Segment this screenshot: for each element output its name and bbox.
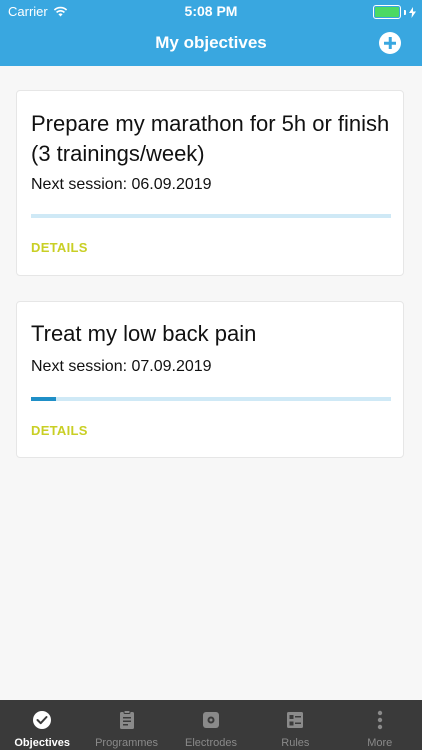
objective-card: Treat my low back pain Next session: 07.… <box>16 301 404 458</box>
tab-label: Programmes <box>95 737 159 749</box>
charging-icon <box>409 6 416 18</box>
tab-electrodes[interactable]: Electrodes <box>169 700 253 750</box>
tab-bar: Objectives Programmes Electrodes Rules M… <box>0 700 422 750</box>
tab-label: Rules <box>281 737 310 749</box>
tab-label: More <box>367 737 393 749</box>
battery-cap <box>404 9 406 15</box>
tab-programmes[interactable]: Programmes <box>84 700 168 750</box>
tab-label: Objectives <box>14 737 71 749</box>
electrode-icon <box>202 712 219 728</box>
tab-rules[interactable]: Rules <box>253 700 337 750</box>
next-session-text: Next session: 06.09.2019 <box>31 176 212 193</box>
objective-card: Prepare my marathon for 5h or finish (3 … <box>16 90 404 276</box>
add-objective-button[interactable] <box>379 32 401 54</box>
navigation-header: Carrier 5:08 PM My objectives <box>0 0 422 66</box>
status-bar: Carrier 5:08 PM <box>0 0 422 22</box>
objective-progress-bar <box>31 397 391 401</box>
battery-level <box>375 7 399 17</box>
page-title: My objectives <box>155 33 267 52</box>
clipboard-icon <box>119 710 134 729</box>
battery-status <box>373 5 416 19</box>
objective-title: Prepare my marathon for 5h or finish (3 … <box>31 111 390 166</box>
tab-objectives[interactable]: Objectives <box>0 700 84 750</box>
details-button[interactable]: DETAILS <box>31 423 88 438</box>
tab-more[interactable]: More <box>338 700 422 750</box>
rules-icon <box>287 712 304 728</box>
next-session-text: Next session: 07.09.2019 <box>31 358 212 375</box>
progress-fill <box>31 397 57 401</box>
status-time: 5:08 PM <box>184 3 238 19</box>
objective-title: Treat my low back pain <box>31 321 257 346</box>
check-circle-icon <box>33 711 52 729</box>
objective-progress-bar <box>31 214 391 218</box>
details-button[interactable]: DETAILS <box>31 240 88 255</box>
tab-label: Electrodes <box>184 737 237 749</box>
battery-icon <box>373 5 401 19</box>
more-vertical-icon <box>377 710 382 730</box>
